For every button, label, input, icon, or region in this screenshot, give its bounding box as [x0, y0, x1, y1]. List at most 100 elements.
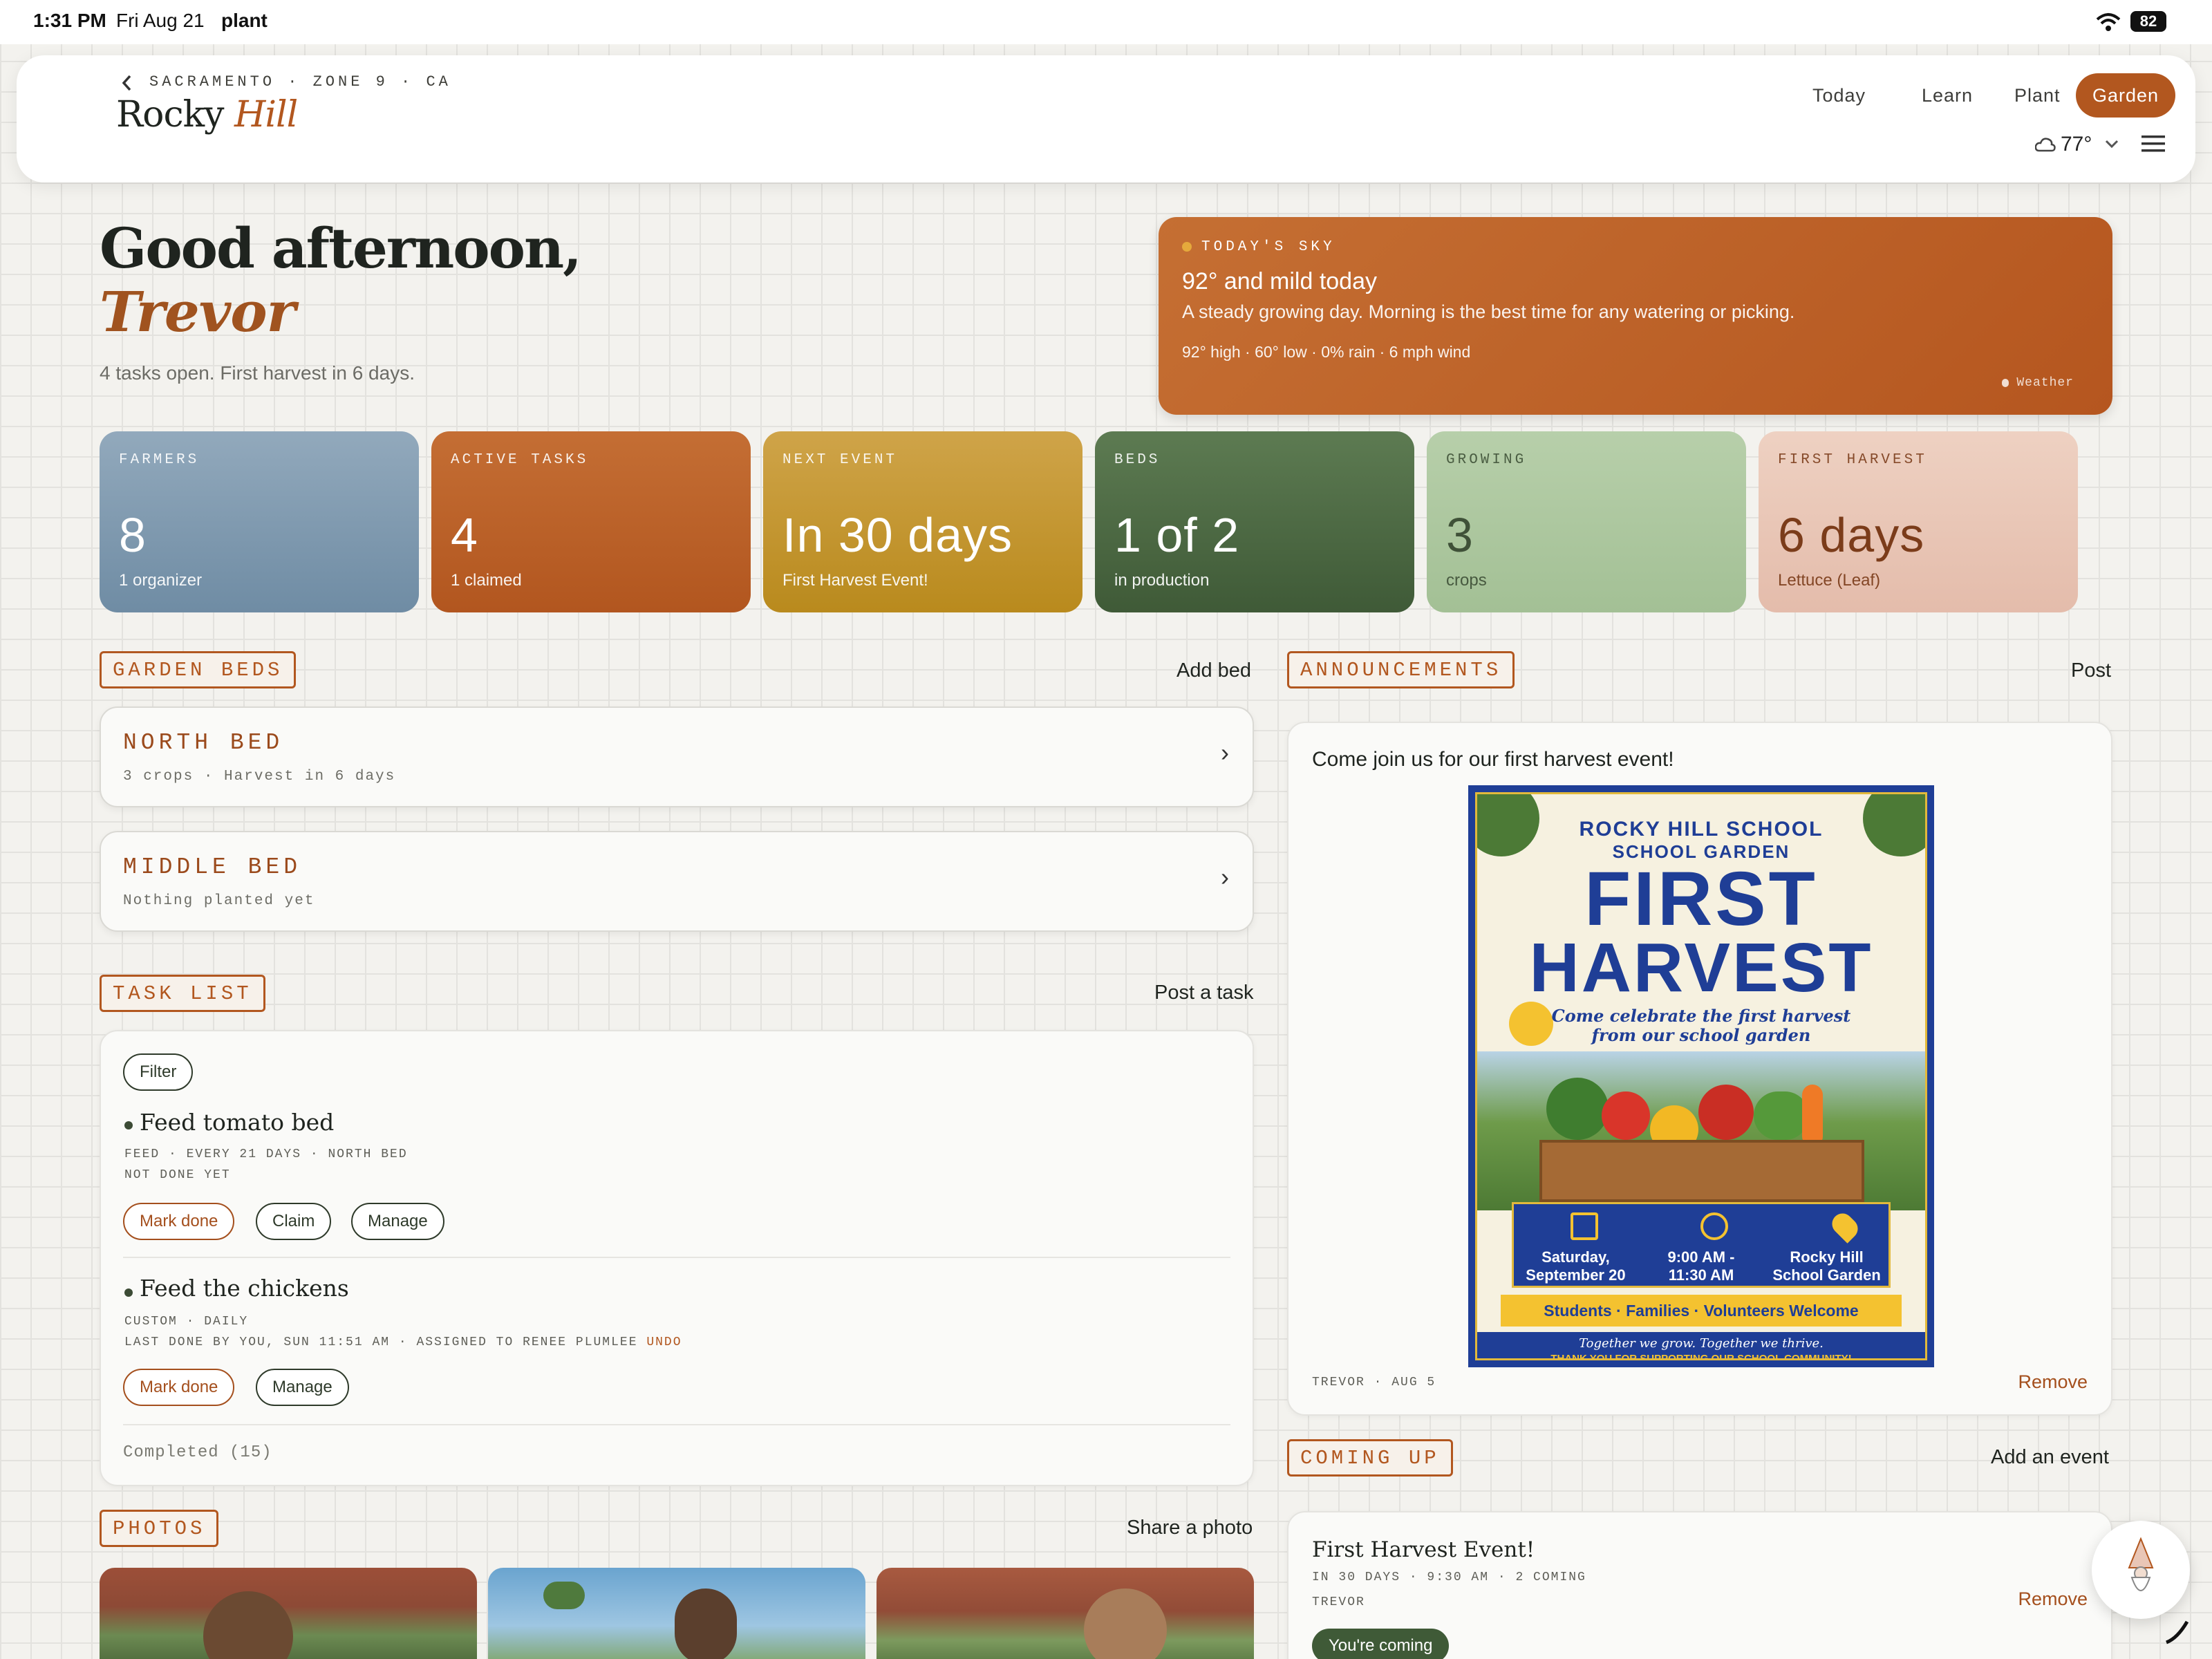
- completed-tasks-toggle[interactable]: Completed (15): [123, 1443, 272, 1462]
- event-poster-image[interactable]: ROCKY HILL SCHOOL SCHOOL GARDEN FIRST HA…: [1468, 785, 1934, 1367]
- event-card: First Harvest Event! IN 30 DAYS · 9:30 A…: [1287, 1511, 2112, 1659]
- stat-farmers[interactable]: FARMERS 8 1 organizer: [100, 431, 419, 612]
- nav-garden[interactable]: Garden: [2076, 73, 2176, 118]
- poster-date: Saturday,: [1541, 1248, 1610, 1266]
- stat-growing[interactable]: GROWING 3 crops: [1427, 431, 1746, 612]
- bed-summary: 3 crops · Harvest in 6 days: [123, 769, 396, 785]
- share-photo-button[interactable]: Share a photo: [1127, 1517, 1253, 1539]
- status-app-name: plant: [221, 10, 268, 31]
- bed-summary: Nothing planted yet: [123, 893, 315, 909]
- scroll-indicator-icon: [2166, 1620, 2189, 1644]
- photo-thumbnail[interactable]: [100, 1568, 477, 1659]
- location-breadcrumb: SACRAMENTO · ZONE 9 · CA: [149, 73, 451, 91]
- chevron-down-icon[interactable]: [2104, 138, 2119, 149]
- garden-beds-heading: GARDEN BEDS: [100, 651, 297, 688]
- filter-button[interactable]: Filter: [123, 1053, 194, 1091]
- poster-footer-line: Together we grow. Together we thrive.: [1579, 1336, 1824, 1351]
- nav-today[interactable]: Today: [1796, 73, 1882, 118]
- task-bullet: [124, 1288, 133, 1297]
- stat-next-event[interactable]: NEXT EVENT In 30 days First Harvest Event!: [763, 431, 1082, 612]
- task-status: NOT DONE YET: [124, 1168, 231, 1182]
- stat-sub: in production: [1114, 571, 1210, 590]
- task-status: LAST DONE BY YOU, SUN 11:51 AM · ASSIGNE…: [124, 1335, 682, 1349]
- undo-link[interactable]: UNDO: [646, 1335, 682, 1349]
- photo-thumbnail[interactable]: [877, 1568, 1254, 1659]
- poster-school: ROCKY HILL SCHOOL: [1579, 818, 1824, 841]
- nav-learn[interactable]: Learn: [1905, 73, 1989, 118]
- temperature-readout[interactable]: 77°: [2061, 133, 2092, 156]
- stat-sub: 1 claimed: [451, 571, 522, 590]
- add-event-button[interactable]: Add an event: [1991, 1446, 2109, 1469]
- remove-announcement-button[interactable]: Remove: [2018, 1371, 2088, 1393]
- poster-footer-line: THANK YOU FOR SUPPORTING OUR SCHOOL COMM…: [1550, 1353, 1852, 1360]
- poster-tagline: Come celebrate the first harvest: [1551, 1006, 1851, 1026]
- chevron-right-icon: ›: [1221, 738, 1229, 767]
- calendar-icon: [1571, 1212, 1598, 1240]
- post-task-button[interactable]: Post a task: [1154, 982, 1253, 1004]
- manage-button[interactable]: Manage: [351, 1203, 444, 1240]
- event-meta: IN 30 DAYS · 9:30 AM · 2 COMING: [1312, 1571, 1586, 1584]
- poster-crate: [1539, 1140, 1864, 1202]
- back-chevron-icon[interactable]: [120, 74, 134, 92]
- remove-event-button[interactable]: Remove: [2018, 1588, 2088, 1610]
- stat-label: FARMERS: [119, 452, 200, 468]
- manage-button[interactable]: Manage: [256, 1369, 349, 1406]
- coming-up-heading: COMING UP: [1287, 1439, 1453, 1477]
- stat-beds[interactable]: BEDS 1 of 2 in production: [1095, 431, 1414, 612]
- assistant-button[interactable]: [2092, 1521, 2190, 1619]
- poster-place: School Garden: [1772, 1266, 1881, 1284]
- claim-button[interactable]: Claim: [256, 1203, 332, 1240]
- poster-vegetable: [1802, 1085, 1823, 1147]
- sky-headline: 92° and mild today: [1182, 268, 1377, 294]
- poster-time: 9:00 AM -: [1667, 1248, 1735, 1266]
- photo-person: [675, 1588, 737, 1659]
- app-header: SACRAMENTO · ZONE 9 · CA Rocky Hill Toda…: [17, 55, 2195, 182]
- stat-first-harvest[interactable]: FIRST HARVEST 6 days Lettuce (Leaf): [1759, 431, 2078, 612]
- bed-north[interactable]: NORTH BED 3 crops · Harvest in 6 days ›: [100, 706, 1254, 807]
- clock-icon: [1700, 1212, 1728, 1240]
- announcement-card: Come join us for our first harvest event…: [1287, 722, 2112, 1416]
- stat-sub: crops: [1446, 571, 1487, 590]
- task-last-done: LAST DONE BY YOU, SUN 11:51 AM · ASSIGNE…: [124, 1335, 638, 1349]
- rsvp-button[interactable]: You're coming: [1312, 1629, 1450, 1659]
- garden-title: Rocky Hill: [116, 94, 298, 135]
- poster-vegetable: [1602, 1091, 1650, 1140]
- greeting-name: Trevor: [100, 279, 296, 344]
- photo-leaf: [543, 1582, 585, 1609]
- chevron-right-icon: ›: [1221, 863, 1229, 891]
- stat-label: NEXT EVENT: [782, 452, 898, 468]
- poster-info-band: Saturday, September 20 9:00 AM - 11:30 A…: [1512, 1202, 1891, 1288]
- sky-label: TODAY'S SKY: [1201, 239, 1335, 255]
- stat-sub: Lettuce (Leaf): [1778, 571, 1881, 590]
- divider: [123, 1257, 1230, 1258]
- divider: [123, 1424, 1230, 1425]
- add-bed-button[interactable]: Add bed: [1177, 659, 1251, 682]
- stat-label: GROWING: [1446, 452, 1527, 468]
- battery-icon: 82: [2130, 11, 2166, 32]
- photo-thumbnail[interactable]: [488, 1568, 865, 1659]
- gnome-icon: [2128, 1537, 2154, 1591]
- sky-description: A steady growing day. Morning is the bes…: [1182, 301, 1795, 322]
- stat-active-tasks[interactable]: ACTIVE TASKS 4 1 claimed: [431, 431, 751, 612]
- mark-done-button[interactable]: Mark done: [123, 1203, 235, 1240]
- nav-plant[interactable]: Plant: [1998, 73, 2077, 118]
- poster-footer: Together we grow. Together we thrive. TH…: [1477, 1332, 1925, 1360]
- poster-place: Rocky Hill: [1790, 1248, 1864, 1266]
- stat-sub: First Harvest Event!: [782, 571, 928, 590]
- status-bar: 1:31 PM Fri Aug 21 plant 82: [0, 0, 2212, 44]
- menu-icon[interactable]: [2141, 134, 2165, 153]
- event-title[interactable]: First Harvest Event!: [1312, 1537, 1535, 1562]
- post-announcement-button[interactable]: Post: [2071, 659, 2111, 682]
- bed-middle[interactable]: MIDDLE BED Nothing planted yet ›: [100, 831, 1254, 932]
- todays-sky-card: TODAY'S SKY 92° and mild today A steady …: [1159, 217, 2112, 415]
- stat-sub: 1 organizer: [119, 571, 203, 590]
- photo-person: [203, 1591, 293, 1659]
- cloud-icon: [2035, 138, 2056, 152]
- task-bullet: [124, 1121, 133, 1130]
- poster-title-first: FIRST: [1584, 856, 1818, 941]
- mark-done-button[interactable]: Mark done: [123, 1369, 235, 1406]
- stat-value: 3: [1446, 508, 1474, 562]
- bed-name: MIDDLE BED: [123, 854, 302, 880]
- task-title[interactable]: Feed the chickens: [140, 1275, 349, 1302]
- task-title[interactable]: Feed tomato bed: [140, 1109, 334, 1136]
